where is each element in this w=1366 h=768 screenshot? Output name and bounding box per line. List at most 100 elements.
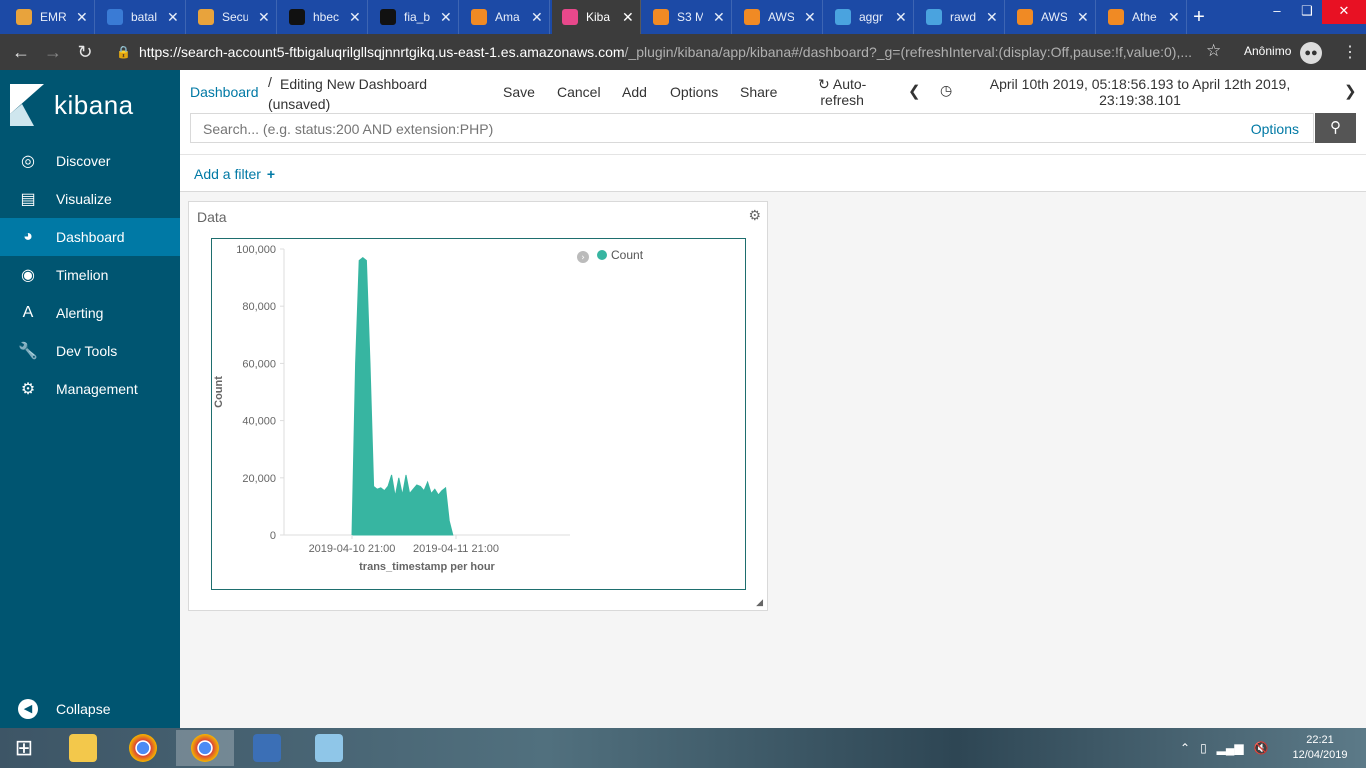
x-tick-label: 2019-04-11 21:00 (413, 543, 499, 555)
add-filter-label: Add a filter (194, 166, 261, 182)
close-tab-icon[interactable]: ✕ (167, 9, 179, 26)
search-input[interactable] (203, 121, 1203, 137)
chart-frame: 0 20,000 40,000 60,000 80,000 100,000 2019-04-… (211, 238, 746, 590)
signal-icon[interactable]: ▂▄▆ (1217, 741, 1244, 755)
sidebar-item-alerting[interactable]: A Alerting (0, 294, 180, 332)
chevron-up-icon[interactable]: ⌃ (1180, 741, 1190, 755)
search-button[interactable]: ⚲ (1315, 113, 1356, 143)
browser-tab[interactable]: Ama ✕ (461, 0, 550, 34)
taskbar-clock[interactable]: 22:21 12/04/2019 (1290, 733, 1350, 763)
tab-title: EMR (40, 10, 66, 24)
chevron-right-icon[interactable]: ❯ (1344, 82, 1357, 100)
resize-handle-icon[interactable]: ◢ (756, 597, 763, 608)
close-tab-icon[interactable]: ✕ (76, 9, 88, 26)
browser-tab[interactable]: Secu ✕ (188, 0, 277, 34)
windows-start-icon[interactable]: ⊞ (0, 728, 48, 768)
main-content: Dashboard / Editing New Dashboard (unsav… (180, 70, 1366, 728)
legend-chevron-icon: › (581, 253, 585, 263)
browser-tab[interactable]: batal ✕ (97, 0, 186, 34)
add-button[interactable]: Add (622, 84, 647, 100)
alerting-icon: A (22, 304, 34, 321)
browser-tab[interactable]: AWS ✕ (734, 0, 823, 34)
tab-title: AWS (1041, 10, 1067, 24)
browser-tab[interactable]: AWS ✕ (1007, 0, 1096, 34)
browser-tab[interactable]: Kiba ✕ (552, 0, 641, 34)
browser-tab[interactable]: EMR ✕ (6, 0, 95, 34)
wrench-icon: 🔧 (18, 343, 38, 360)
close-tab-icon[interactable]: ✕ (895, 9, 907, 26)
chrome-active-taskbar-icon[interactable] (176, 730, 234, 766)
close-tab-icon[interactable]: ✕ (1168, 9, 1180, 26)
url-field[interactable]: https://search-account5-ftbigaluqrilglls… (139, 44, 1199, 60)
clock-icon[interactable]: ◷ (940, 82, 952, 99)
close-window-button[interactable]: ✕ (1322, 0, 1366, 24)
lock-icon: 🔒 (116, 45, 131, 59)
sidebar-item-discover[interactable]: ◎ Discover (0, 142, 180, 180)
devices-icon[interactable]: ▯ (1200, 741, 1207, 755)
close-tab-icon[interactable]: ✕ (713, 9, 725, 26)
notes-taskbar-icon[interactable] (300, 730, 358, 766)
address-bar: ← → ↻ 🔒 https://search-account5-ftbigalu… (0, 34, 1366, 70)
reload-button[interactable]: ↻ (74, 41, 96, 63)
chrome-taskbar-icon[interactable] (114, 730, 172, 766)
breadcrumb-dashboard-link[interactable]: Dashboard (190, 84, 259, 100)
top-nav: Dashboard / Editing New Dashboard (unsav… (180, 70, 1366, 154)
browser-tab[interactable]: fia_b ✕ (370, 0, 459, 34)
auto-refresh-label-2: refresh (820, 92, 864, 108)
sidebar-item-dev-tools[interactable]: 🔧 Dev Tools (0, 332, 180, 370)
browser-tab[interactable]: Athe ✕ (1098, 0, 1187, 34)
close-tab-icon[interactable]: ✕ (258, 9, 270, 26)
file-explorer-taskbar-icon[interactable] (54, 730, 112, 766)
sidebar-item-label: Dashboard (56, 229, 125, 245)
maximize-button[interactable]: ❑ (1292, 0, 1322, 24)
tab-title: S3 M (677, 10, 703, 24)
time-range-picker[interactable]: April 10th 2019, 05:18:56.193 to April 1… (970, 76, 1310, 108)
close-tab-icon[interactable]: ✕ (804, 9, 816, 26)
clock-time: 22:21 (1306, 734, 1334, 746)
options-button[interactable]: Options (670, 84, 718, 100)
close-tab-icon[interactable]: ✕ (349, 9, 361, 26)
network-app-taskbar-icon[interactable] (238, 730, 296, 766)
share-button[interactable]: Share (740, 84, 777, 100)
sidebar-item-visualize[interactable]: ▤ Visualize (0, 180, 180, 218)
cancel-button[interactable]: Cancel (557, 84, 601, 100)
close-tab-icon[interactable]: ✕ (622, 9, 634, 26)
chart-icon (926, 9, 942, 25)
tab-title: batal (131, 10, 157, 24)
panel-gear-icon[interactable]: ⚙ (748, 207, 761, 224)
sidebar-item-management[interactable]: ⚙ Management (0, 370, 180, 408)
add-filter-link[interactable]: Add a filter + (194, 166, 275, 182)
chevron-left-icon[interactable]: ❮ (908, 82, 921, 100)
kibana-logo-icon (10, 84, 44, 126)
sidebar-item-label: Management (56, 381, 138, 397)
browser-menu-icon[interactable]: ⋮ (1342, 42, 1358, 62)
back-button[interactable]: ← (10, 41, 32, 63)
forward-button[interactable]: → (42, 41, 64, 63)
windows-taskbar: ⊞ ⌃ ▯ ▂▄▆ 🔇 22:21 12/04/2019 (0, 728, 1366, 768)
browser-tab[interactable]: S3 M ✕ (643, 0, 732, 34)
x-tick-label: 2019-04-10 21:00 (309, 543, 396, 555)
minimize-button[interactable]: – (1262, 0, 1292, 24)
search-options-link[interactable]: Options (1251, 121, 1299, 137)
save-button[interactable]: Save (503, 84, 535, 100)
close-tab-icon[interactable]: ✕ (531, 9, 543, 26)
count-area (351, 256, 454, 536)
volume-muted-icon[interactable]: 🔇 (1254, 741, 1269, 755)
auto-refresh-button[interactable]: ↻ Auto- refresh (818, 76, 866, 108)
new-tab-button[interactable]: + (1188, 6, 1210, 28)
bookmark-star-icon[interactable]: ☆ (1206, 41, 1221, 61)
tab-title: Secu (222, 10, 248, 24)
sidebar-item-timelion[interactable]: ◉ Timelion (0, 256, 180, 294)
browser-tab[interactable]: rawd ✕ (916, 0, 1005, 34)
sidebar-item-dashboard[interactable]: ◕ Dashboard (0, 218, 180, 256)
refresh-icon: ↻ (818, 76, 830, 92)
incognito-icon[interactable]: ●● (1300, 42, 1322, 64)
close-tab-icon[interactable]: ✕ (1077, 9, 1089, 26)
close-tab-icon[interactable]: ✕ (986, 9, 998, 26)
close-tab-icon[interactable]: ✕ (440, 9, 452, 26)
browser-tab[interactable]: aggr ✕ (825, 0, 914, 34)
collapse-button[interactable]: ◀ Collapse (0, 691, 180, 727)
tab-title: Athe (1132, 10, 1157, 24)
browser-tab[interactable]: hbec ✕ (279, 0, 368, 34)
kibana-logo[interactable]: kibana (10, 84, 134, 126)
